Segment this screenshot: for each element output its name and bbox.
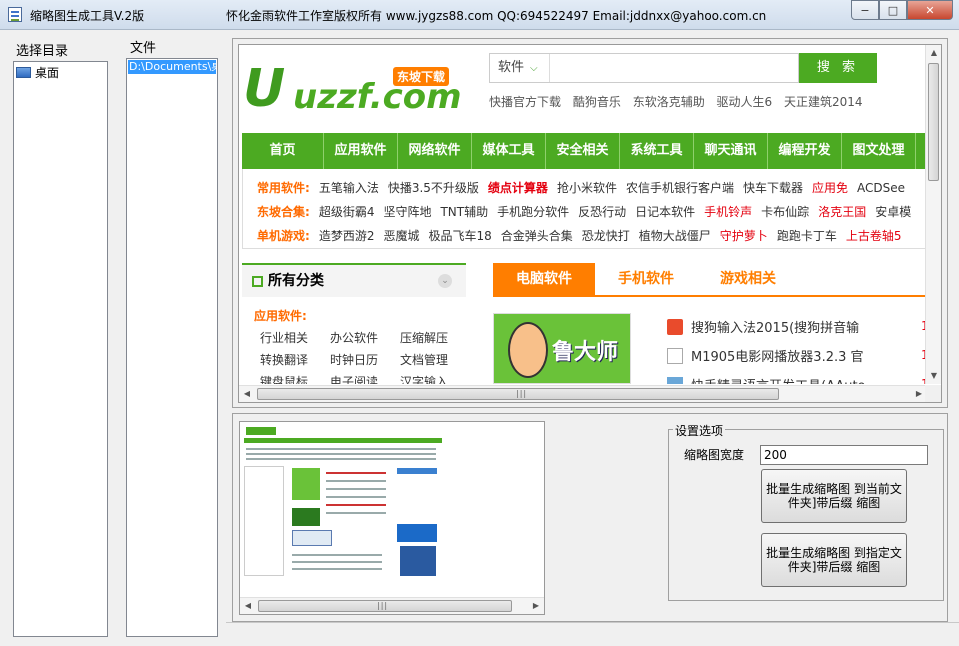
scroll-thumb[interactable]: ||| <box>257 388 779 400</box>
nav-item[interactable]: 应用软件 <box>324 133 398 169</box>
news-item[interactable]: 搜狗输入法2015(搜狗拼音输 <box>667 317 859 336</box>
nav-item[interactable]: 安全相关 <box>546 133 620 169</box>
status-bar <box>226 622 959 646</box>
copyright-text: 怀化金雨软件工作室版权所有 www.jygzs88.com QQ:6945224… <box>226 9 767 23</box>
news-item[interactable]: 快手精灵语言开发工具(AAuto <box>667 375 866 384</box>
dir-label: 选择目录 <box>16 44 69 59</box>
site-logo[interactable]: U uzzf.com 东坡下载 <box>243 59 463 119</box>
hot-links: 快播官方下载 酷狗音乐 东软洛克辅助 驱动人生6 天正建筑2014 <box>489 93 871 110</box>
link-row: 常用软件: 五笔输入法 快播3.5不升级版 绩点计算器 抢小米软件 农信手机银行客户端 快车… <box>257 181 905 195</box>
scroll-thumb[interactable]: ||| <box>258 600 512 612</box>
thumbnail-scrollbar[interactable]: ◀ ||| ▶ <box>240 597 544 614</box>
dir-item-label: 桌面 <box>35 66 60 80</box>
site-search-input[interactable]: 软件 ⌵ <box>489 53 799 83</box>
nav-item[interactable]: 首页 <box>242 133 324 169</box>
link-row: 单机游戏: 造梦西游2 恶魔城 极品飞车18 合金弹头合集 恐龙快打 植物大战僵尸 守护萝卜跑… <box>257 229 902 243</box>
content-tabs: 电脑软件 手机软件 游戏相关 <box>493 263 927 297</box>
scroll-corner <box>925 385 941 402</box>
site-nav: 首页 应用软件 网络软件 媒体工具 安全相关 系统工具 聊天通讯 编程开发 图文… <box>242 133 927 169</box>
category-title: 所有分类 <box>242 265 466 297</box>
window-title: 缩略图生成工具V.2版 <box>30 9 145 23</box>
tab-games[interactable]: 游戏相关 <box>703 263 793 295</box>
nav-item[interactable]: 系统工具 <box>620 133 694 169</box>
logo-u: U <box>243 59 286 119</box>
desktop-icon <box>16 67 31 78</box>
site-search-button[interactable]: 搜 索 <box>799 53 877 83</box>
scroll-left-arrow[interactable]: ◀ <box>239 386 255 402</box>
scroll-down-arrow[interactable]: ▼ <box>926 368 941 384</box>
directory-tree[interactable]: 桌面 <box>13 61 108 637</box>
maximize-button[interactable]: □ <box>879 0 907 20</box>
aauto-icon <box>667 376 683 384</box>
app-icon <box>8 7 22 22</box>
generate-current-folder-button[interactable]: 批量生成缩略图 到当前文件夹]带后缀 缩图 <box>761 469 907 523</box>
news-item[interactable]: M1905电影网播放器3.2.3 官 <box>667 346 864 365</box>
web-preview[interactable]: U uzzf.com 东坡下载 软件 ⌵ 搜 索 快播官方下载 酷狗音乐 东软洛克… <box>238 44 942 403</box>
link-row: 东坡合集: 超级街霸4 坚守阵地 TNT辅助 手机跑分软件 反恐行动 日记本软件 手机铃声 卡布… <box>257 205 912 219</box>
horizontal-scrollbar[interactable]: ◀ ||| ▶ <box>239 385 927 402</box>
collapse-icon[interactable]: ⌄ <box>438 274 452 288</box>
chevron-down-icon: ⌵ <box>530 63 538 74</box>
thumbnail-width-label: 缩略图宽度 <box>684 448 745 462</box>
nav-item[interactable]: 媒体工具 <box>472 133 546 169</box>
scroll-thumb[interactable] <box>928 63 939 181</box>
nav-item[interactable]: 网络软件 <box>398 133 472 169</box>
title-bar: 缩略图生成工具V.2版 怀化金雨软件工作室版权所有 www.jygzs88.co… <box>0 0 959 30</box>
dir-item-desktop[interactable]: 桌面 <box>16 64 59 81</box>
nav-item[interactable]: 图文处理 <box>842 133 916 169</box>
vertical-scrollbar[interactable]: ▲ ▼ <box>925 45 941 384</box>
sogou-icon <box>667 318 683 335</box>
file-label: 文件 <box>130 41 157 56</box>
scroll-up-arrow[interactable]: ▲ <box>926 45 941 61</box>
thumbnail-width-input[interactable]: 200 <box>760 445 928 465</box>
hot-link[interactable]: 天正建筑2014 <box>784 95 863 109</box>
settings-legend: 设置选项 <box>673 422 726 439</box>
hot-link[interactable]: 东软洛克辅助 <box>633 95 705 109</box>
hot-link[interactable]: 驱动人生6 <box>717 95 773 109</box>
quick-links: 常用软件: 五笔输入法 快播3.5不升级版 绩点计算器 抢小米软件 农信手机银行客户端 快车… <box>242 169 927 249</box>
close-button[interactable]: ✕ <box>907 0 953 20</box>
nav-item[interactable]: 聊天通讯 <box>694 133 768 169</box>
category-row: 行业相关 办公软件 压缩解压 <box>260 331 449 345</box>
tab-mobile-software[interactable]: 手机软件 <box>601 263 691 295</box>
mascot-icon <box>508 322 548 378</box>
category-row: 转换翻译 时钟日历 文档管理 <box>260 353 449 367</box>
category-row: 键盘鼠标 电子阅读 汉字输入 <box>260 375 449 384</box>
hot-link[interactable]: 酷狗音乐 <box>573 95 621 109</box>
file-list[interactable]: D:\Documents\桌 <box>126 58 218 637</box>
category-panel: 所有分类 ⌄ 应用软件: 行业相关 办公软件 压缩解压 转换翻译 时钟日历 文档管理 键… <box>242 263 466 384</box>
nav-item[interactable]: 编程开发 <box>768 133 842 169</box>
logo-tag: 东坡下载 <box>393 67 450 86</box>
hot-link[interactable]: 快播官方下载 <box>489 95 561 109</box>
search-category-select[interactable]: 软件 ⌵ <box>490 54 550 82</box>
m1905-icon <box>667 347 683 364</box>
scroll-right-arrow[interactable]: ▶ <box>528 598 544 614</box>
minimize-button[interactable]: − <box>851 0 879 20</box>
promo-text: 鲁大师 <box>552 340 619 365</box>
scroll-left-arrow[interactable]: ◀ <box>240 598 256 614</box>
file-item[interactable]: D:\Documents\桌 <box>128 60 216 74</box>
generate-target-folder-button[interactable]: 批量生成缩略图 到指定文件夹]带后缀 缩图 <box>761 533 907 587</box>
thumbnail-preview[interactable]: ◀ ||| ▶ <box>239 421 545 615</box>
category-sub: 应用软件: <box>254 309 307 323</box>
tab-pc-software[interactable]: 电脑软件 <box>493 263 595 295</box>
promo-banner[interactable]: 鲁大师 <box>493 313 631 384</box>
grid-icon <box>252 276 263 287</box>
thumbnail-image <box>242 424 442 584</box>
